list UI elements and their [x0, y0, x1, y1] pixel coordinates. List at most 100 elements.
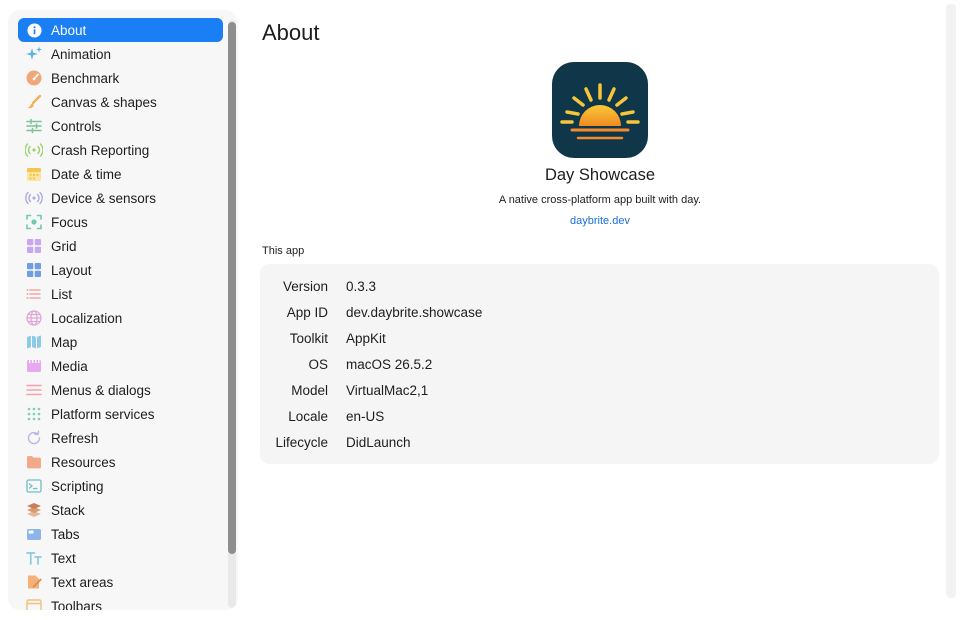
info-label: Lifecycle — [275, 435, 328, 450]
info-label: OS — [308, 357, 328, 372]
toolbar-icon — [25, 597, 43, 610]
sidebar-item-label: Text — [51, 550, 76, 566]
sidebar-item-label: About — [51, 22, 87, 38]
dots-grid-icon — [25, 405, 43, 423]
main-content: About Day Showcase A native cross-platfo… — [260, 0, 942, 620]
info-row-app-id: App ID dev.daybrite.showcase — [260, 305, 939, 325]
film-icon — [25, 357, 43, 375]
sidebar-item-focus[interactable]: Focus — [18, 210, 223, 234]
info-row-os: OS macOS 26.5.2 — [260, 357, 939, 377]
sidebar-item-media[interactable]: Media — [18, 354, 223, 378]
info-label: Version — [282, 279, 328, 294]
sidebar-item-grid[interactable]: Grid — [18, 234, 223, 258]
globe-icon — [25, 309, 43, 327]
info-row-model: Model VirtualMac2,1 — [260, 383, 939, 403]
info-label: App ID — [286, 305, 328, 320]
sidebar-item-label: Localization — [51, 310, 123, 326]
sidebar-item-label: Focus — [51, 214, 88, 230]
sidebar-item-label: Stack — [51, 502, 85, 518]
sidebar-item-layout[interactable]: Layout — [18, 258, 223, 282]
sidebar-item-stack[interactable]: Stack — [18, 498, 223, 522]
info-label: Model — [291, 383, 328, 398]
section-title: This app — [262, 245, 305, 257]
layers-icon — [25, 501, 43, 519]
sidebar-item-controls[interactable]: Controls — [18, 114, 223, 138]
sidebar-item-list[interactable]: List — [18, 282, 223, 306]
sidebar-item-crash-reporting[interactable]: Crash Reporting — [18, 138, 223, 162]
map-icon — [25, 333, 43, 351]
app-icon — [552, 62, 648, 158]
info-value: dev.daybrite.showcase — [346, 305, 483, 320]
sidebar-item-label: Scripting — [51, 478, 104, 494]
sensor-icon — [25, 189, 43, 207]
app-name: Day Showcase — [544, 166, 656, 184]
gauge-icon — [25, 69, 43, 87]
sidebar-item-label: List — [51, 286, 73, 302]
sun-logo-icon — [560, 83, 640, 140]
sidebar-item-label: Tabs — [51, 526, 80, 542]
sidebar-item-toolbars[interactable]: Toolbars — [18, 594, 223, 610]
sidebar-item-map[interactable]: Map — [18, 330, 223, 354]
sidebar-item-localization[interactable]: Localization — [18, 306, 223, 330]
edit-doc-icon — [25, 573, 43, 591]
sidebar-scrollbar-thumb[interactable] — [228, 22, 236, 554]
sidebar-item-label: Platform services — [51, 406, 155, 422]
sidebar-item-about[interactable]: About — [18, 18, 223, 42]
tabs-icon — [25, 525, 43, 543]
sidebar-list: About Animation Benchmark Canvas & shape… — [18, 18, 223, 610]
sidebar-item-label: Date & time — [51, 166, 122, 182]
sidebar: About Animation Benchmark Canvas & shape… — [8, 10, 238, 610]
sidebar-item-label: Controls — [51, 118, 102, 134]
sidebar-item-canvas-shapes[interactable]: Canvas & shapes — [18, 90, 223, 114]
sidebar-item-label: Toolbars — [51, 598, 103, 611]
grid-icon — [25, 237, 43, 255]
sidebar-item-scripting[interactable]: Scripting — [18, 474, 223, 498]
info-value: VirtualMac2,1 — [346, 383, 429, 398]
sidebar-item-label: Text areas — [51, 574, 114, 590]
info-row-toolkit: Toolkit AppKit — [260, 331, 939, 351]
sidebar-item-tabs[interactable]: Tabs — [18, 522, 223, 546]
info-row-locale: Locale en-US — [260, 409, 939, 429]
sidebar-item-text[interactable]: Text — [18, 546, 223, 570]
list-icon — [25, 285, 43, 303]
layout-icon — [25, 261, 43, 279]
refresh-icon — [25, 429, 43, 447]
calendar-icon — [25, 165, 43, 183]
sidebar-item-label: Grid — [51, 238, 77, 254]
broadcast-icon — [25, 141, 43, 159]
sidebar-item-label: Animation — [51, 46, 112, 62]
sidebar-item-resources[interactable]: Resources — [18, 450, 223, 474]
sidebar-item-label: Menus & dialogs — [51, 382, 151, 398]
folder-icon — [25, 453, 43, 471]
menu-icon — [25, 381, 43, 399]
sidebar-item-refresh[interactable]: Refresh — [18, 426, 223, 450]
info-value: en-US — [346, 409, 385, 424]
sidebar-item-animation[interactable]: Animation — [18, 42, 223, 66]
sliders-icon — [25, 117, 43, 135]
terminal-icon — [25, 477, 43, 495]
app-info-card: Version 0.3.3 App ID dev.daybrite.showca… — [260, 264, 939, 464]
sidebar-item-text-areas[interactable]: Text areas — [18, 570, 223, 594]
sidebar-item-benchmark[interactable]: Benchmark — [18, 66, 223, 90]
sidebar-item-label: Benchmark — [51, 70, 120, 86]
sidebar-item-label: Layout — [51, 262, 92, 278]
info-label: Locale — [288, 409, 328, 424]
info-icon — [25, 21, 43, 39]
sidebar-item-label: Canvas & shapes — [51, 94, 157, 110]
info-value: DidLaunch — [346, 435, 411, 450]
sidebar-item-label: Device & sensors — [51, 190, 157, 206]
sidebar-item-menus-dialogs[interactable]: Menus & dialogs — [18, 378, 223, 402]
info-row-lifecycle: Lifecycle DidLaunch — [260, 435, 939, 455]
content-scrollbar-track[interactable] — [946, 4, 956, 598]
sidebar-item-platform-services[interactable]: Platform services — [18, 402, 223, 426]
sidebar-item-label: Map — [51, 334, 78, 350]
info-label: Toolkit — [289, 331, 328, 346]
brush-icon — [25, 93, 43, 111]
text-icon — [25, 549, 43, 567]
app-description: A native cross-platform app built with d… — [498, 194, 702, 206]
info-value: 0.3.3 — [346, 279, 377, 294]
sidebar-item-device-sensors[interactable]: Device & sensors — [18, 186, 223, 210]
sidebar-item-label: Refresh — [51, 430, 99, 446]
website-link[interactable]: daybrite.dev — [262, 215, 938, 227]
sidebar-item-date-time[interactable]: Date & time — [18, 162, 223, 186]
